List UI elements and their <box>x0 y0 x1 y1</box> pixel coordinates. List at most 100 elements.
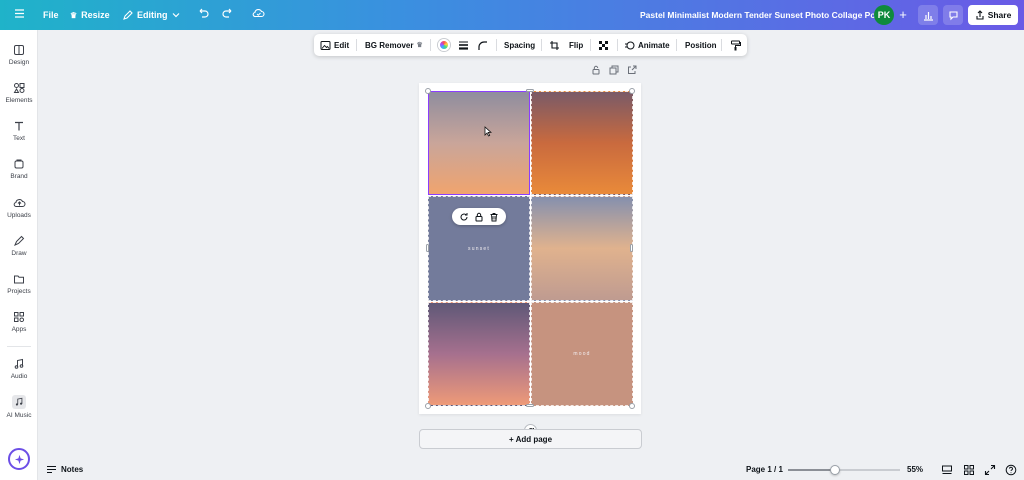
add-page-button[interactable]: + Add page <box>419 429 642 449</box>
avatar[interactable]: PK <box>874 5 894 25</box>
sidebar-item-label: Text <box>13 135 25 142</box>
page-tools <box>591 65 637 75</box>
draw-icon <box>13 234 26 247</box>
bg-remover-button[interactable]: BG Remover ♛ <box>365 34 423 56</box>
copy-style-button[interactable] <box>730 34 741 56</box>
resize-label: Resize <box>81 10 110 20</box>
sidebar-item-draw[interactable]: Draw <box>0 234 38 257</box>
text-tile[interactable]: mood <box>531 302 633 406</box>
editing-mode-dropdown[interactable]: Editing <box>122 0 180 30</box>
border-style-button[interactable] <box>458 34 469 56</box>
grid-view-icon <box>963 464 974 475</box>
sidebar-item-design[interactable]: Design <box>0 43 38 66</box>
left-sidebar: Design Elements Text Brand Uploads Draw … <box>0 30 38 480</box>
corner-rounding-button[interactable] <box>477 34 488 56</box>
paint-roller-icon <box>731 40 741 50</box>
ai-music-icon <box>12 395 26 409</box>
sparkle-icon <box>14 454 24 464</box>
sidebar-item-audio[interactable]: Audio <box>0 357 38 380</box>
sunset-photo-tile[interactable] <box>428 302 530 406</box>
crop-icon <box>550 40 559 50</box>
crown-icon: ♛ <box>416 42 423 49</box>
zoom-level[interactable]: 55% <box>907 459 923 480</box>
resize-handle[interactable] <box>629 403 635 409</box>
add-collaborator-button[interactable]: + <box>896 7 910 23</box>
color-picker-button[interactable] <box>438 34 450 56</box>
sidebar-item-ai-music[interactable]: AI Music <box>0 395 38 419</box>
projects-icon <box>13 272 26 285</box>
sidebar-item-projects[interactable]: Projects <box>0 272 38 295</box>
fullscreen-button[interactable] <box>983 463 996 476</box>
pages-view-button[interactable] <box>940 463 953 476</box>
replace-icon[interactable] <box>459 212 469 222</box>
resize-handle[interactable] <box>425 88 431 94</box>
zoom-slider[interactable] <box>788 465 900 475</box>
edit-image-icon <box>320 40 331 50</box>
cloud-save-icon[interactable] <box>252 7 265 22</box>
file-menu[interactable]: File <box>43 0 59 30</box>
lock-icon[interactable] <box>591 65 601 75</box>
undo-icon[interactable] <box>197 7 209 22</box>
fullscreen-icon <box>984 464 995 475</box>
resize-handle[interactable] <box>526 89 534 92</box>
comment-icon <box>948 10 958 20</box>
flip-button[interactable]: Flip <box>569 34 583 56</box>
edit-button[interactable]: Edit <box>320 34 349 56</box>
bottom-bar: Notes Page 1 / 1 55% <box>38 459 1024 480</box>
page-indicator[interactable]: Page 1 / 1 <box>746 459 783 480</box>
resize-handle[interactable] <box>526 404 534 407</box>
resize-handle[interactable] <box>630 244 633 252</box>
sunset-photo-tile[interactable] <box>531 196 633 301</box>
transparency-button[interactable] <box>598 34 609 56</box>
sunset-photo-tile[interactable] <box>428 91 530 195</box>
resize-button[interactable]: ♛ Resize <box>70 0 110 30</box>
notes-button[interactable]: Notes <box>46 459 83 480</box>
spacing-label: Spacing <box>504 40 536 50</box>
editing-label: Editing <box>137 10 168 20</box>
design-icon <box>13 43 26 56</box>
bg-remover-label: BG Remover <box>365 40 414 50</box>
resize-handle[interactable] <box>629 88 635 94</box>
comments-button[interactable] <box>943 5 963 25</box>
tile-caption: mood <box>573 351 591 357</box>
sidebar-item-apps[interactable]: Apps <box>0 310 38 333</box>
sunset-photo-tile[interactable] <box>531 91 633 195</box>
sidebar-item-label: Elements <box>5 97 33 104</box>
sidebar-item-uploads[interactable]: Uploads <box>0 196 38 219</box>
duplicate-icon[interactable] <box>609 65 619 75</box>
share-icon <box>976 10 984 20</box>
animate-icon <box>625 41 635 49</box>
toolbar-divider <box>541 39 542 51</box>
design-page[interactable]: sunset mood <box>419 83 641 414</box>
grid-view-button[interactable] <box>962 463 975 476</box>
share-page-icon[interactable] <box>627 65 637 75</box>
transparency-icon <box>599 40 608 50</box>
document-title[interactable]: Pastel Minimalist Modern Tender Sunset P… <box>640 0 889 30</box>
zoom-slider-fill <box>788 469 836 471</box>
elements-icon <box>13 81 26 94</box>
element-context-menu <box>452 208 506 225</box>
brand-icon <box>13 157 26 170</box>
corner-rounding-icon <box>478 40 487 50</box>
sidebar-item-brand[interactable]: Brand <box>0 157 38 180</box>
sidebar-item-text[interactable]: Text <box>0 119 38 142</box>
sidebar-item-elements[interactable]: Elements <box>0 81 38 104</box>
magic-assistant-button[interactable] <box>8 448 30 470</box>
lock-icon[interactable] <box>474 212 484 222</box>
resize-handle[interactable] <box>426 244 429 252</box>
redo-icon[interactable] <box>222 7 234 22</box>
crop-button[interactable] <box>549 34 560 56</box>
help-button[interactable] <box>1004 463 1017 476</box>
apps-icon <box>13 310 26 323</box>
menu-icon[interactable] <box>14 7 25 22</box>
notes-icon <box>47 465 56 474</box>
zoom-slider-handle[interactable] <box>830 465 841 475</box>
resize-handle[interactable] <box>425 403 431 409</box>
spacing-button[interactable]: Spacing <box>504 34 535 56</box>
position-button[interactable]: Position <box>685 34 717 56</box>
trash-icon[interactable] <box>489 212 499 222</box>
toolbar-divider <box>617 39 618 51</box>
insights-button[interactable] <box>918 5 938 25</box>
animate-button[interactable]: Animate <box>624 34 670 56</box>
share-button[interactable]: Share <box>968 5 1018 25</box>
